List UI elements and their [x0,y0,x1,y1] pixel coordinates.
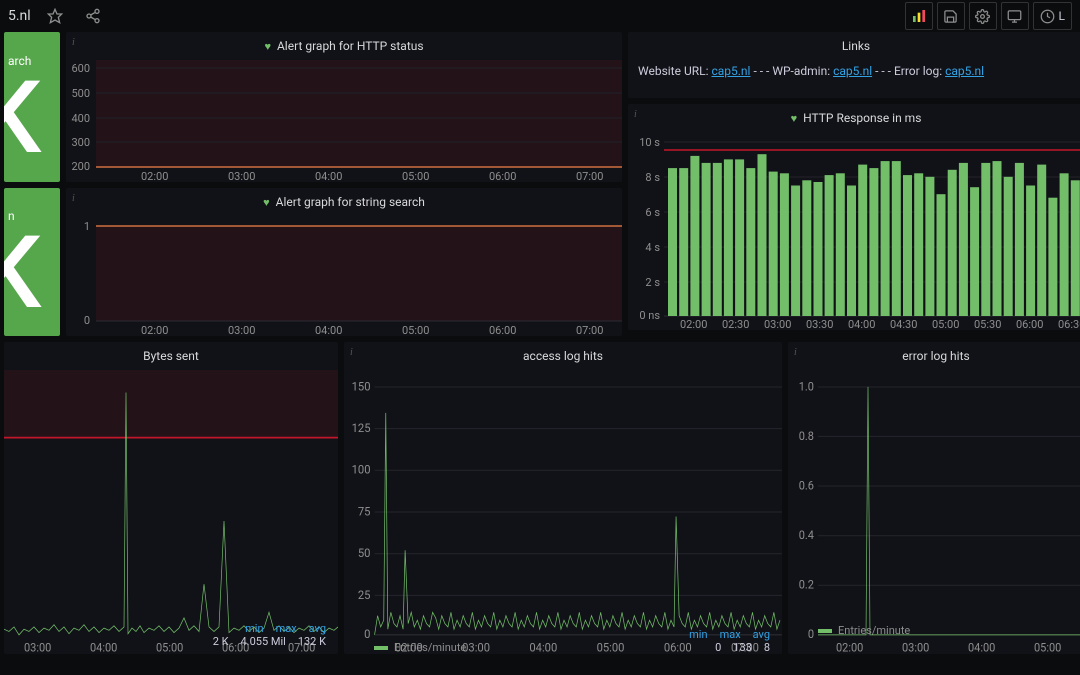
svg-text:0: 0 [84,314,90,327]
top-bar: 5.nl L [0,0,1080,32]
svg-text:02:30: 02:30 [722,318,749,330]
panel-title: Alert graph for HTTP status [277,39,424,53]
link-wp-admin[interactable]: cap5.nl [833,64,872,78]
svg-text:03:30: 03:30 [806,318,833,330]
panel-title: access log hits [523,349,603,363]
link-website[interactable]: cap5.nl [711,64,750,78]
svg-text:05:00: 05:00 [932,318,959,330]
svg-text:05:00: 05:00 [402,324,429,336]
svg-text:07:00: 07:00 [576,324,603,336]
stat-tile-search[interactable]: arch K [4,32,60,182]
svg-text:150: 150 [352,379,371,394]
favorite-star-icon[interactable] [41,2,69,30]
heart-icon: ♥ [263,196,270,209]
panel-links: Links Website URL: cap5.nl - - - WP-admi… [628,32,1080,98]
svg-text:2 s: 2 s [645,276,660,289]
panel-title: error log hits [902,349,969,363]
svg-text:400: 400 [71,112,90,125]
info-icon[interactable]: i [350,347,353,358]
svg-text:0.6: 0.6 [799,478,815,493]
svg-text:04:00: 04:00 [848,318,875,330]
svg-text:300: 300 [71,136,90,149]
svg-text:0 ns: 0 ns [639,309,660,322]
svg-text:05:30: 05:30 [974,318,1001,330]
stat-tile-2[interactable]: n K [4,188,60,336]
svg-text:06:00: 06:00 [489,324,516,336]
panel-alert-http-status[interactable]: i ♥ Alert graph for HTTP status 600 500 … [66,32,622,182]
svg-text:04:30: 04:30 [890,318,917,330]
svg-text:04:00: 04:00 [315,324,342,336]
info-icon[interactable]: i [72,37,75,48]
info-icon[interactable]: i [72,193,75,204]
svg-text:06:00: 06:00 [489,170,516,182]
panel-title: Bytes sent [143,349,199,363]
panel-bytes-sent[interactable]: Bytes sent 03:00 04:00 05:00 06:00 07:00 [4,342,338,654]
svg-text:03:00: 03:00 [764,318,791,330]
add-panel-icon[interactable] [905,2,933,30]
svg-text:6 s: 6 s [645,206,660,219]
panel-title: HTTP Response in ms [803,111,921,125]
svg-text:0.2: 0.2 [799,577,815,592]
svg-text:1: 1 [84,220,90,233]
svg-text:0.4: 0.4 [799,527,815,542]
panel-access-log[interactable]: i access log hits 150 125 100 75 50 25 0 [344,342,782,654]
settings-gear-icon[interactable] [969,2,997,30]
svg-text:03:00: 03:00 [228,324,255,336]
svg-text:06:30: 06:30 [1058,318,1080,330]
svg-text:4 s: 4 s [645,241,660,254]
panel-error-log[interactable]: i error log hits 1.0 0.8 0.6 0.4 0.2 0 [788,342,1080,654]
svg-text:25: 25 [358,587,371,602]
legend-swatch [374,646,388,650]
svg-text:75: 75 [358,504,371,519]
stat-tile-value: K [4,231,35,316]
svg-text:100: 100 [352,462,371,477]
page-title: 5.nl [8,8,31,24]
svg-text:8 s: 8 s [645,171,660,184]
time-range-button[interactable]: L [1033,2,1072,30]
info-icon[interactable]: i [634,109,637,120]
svg-text:10 s: 10 s [639,136,660,149]
save-icon[interactable] [937,2,965,30]
svg-text:0.8: 0.8 [799,428,814,443]
svg-text:1.0: 1.0 [799,379,814,394]
panel-title: Links [842,39,870,53]
stat-tile-value: K [4,76,35,161]
monitor-icon[interactable] [1001,2,1029,30]
svg-text:07:00: 07:00 [576,170,603,182]
panel-title: Alert graph for string search [276,195,425,209]
svg-text:05:00: 05:00 [402,170,429,182]
share-icon[interactable] [79,2,107,30]
svg-text:50: 50 [358,546,371,561]
svg-text:06:00: 06:00 [1016,318,1043,330]
svg-text:500: 500 [71,87,90,100]
svg-text:03:00: 03:00 [228,170,255,182]
svg-text:04:00: 04:00 [315,170,342,182]
svg-text:600: 600 [71,62,90,75]
info-icon[interactable]: i [794,347,797,358]
heart-icon: ♥ [264,40,271,53]
heart-icon: ♥ [791,112,798,125]
svg-text:125: 125 [352,420,371,435]
panel-alert-string-search[interactable]: i ♥ Alert graph for string search 1 0 02… [66,188,622,336]
link-error-log[interactable]: cap5.nl [945,64,984,78]
svg-text:0: 0 [808,627,814,642]
svg-text:200: 200 [71,160,90,173]
legend-swatch [818,629,832,633]
svg-text:0: 0 [364,627,370,642]
panel-http-response[interactable]: i ♥ HTTP Response in ms 10 s 8 s 6 s 4 s… [628,104,1080,330]
svg-text:02:00: 02:00 [680,318,707,330]
svg-text:02:00: 02:00 [141,324,168,336]
svg-text:02:00: 02:00 [141,170,168,182]
